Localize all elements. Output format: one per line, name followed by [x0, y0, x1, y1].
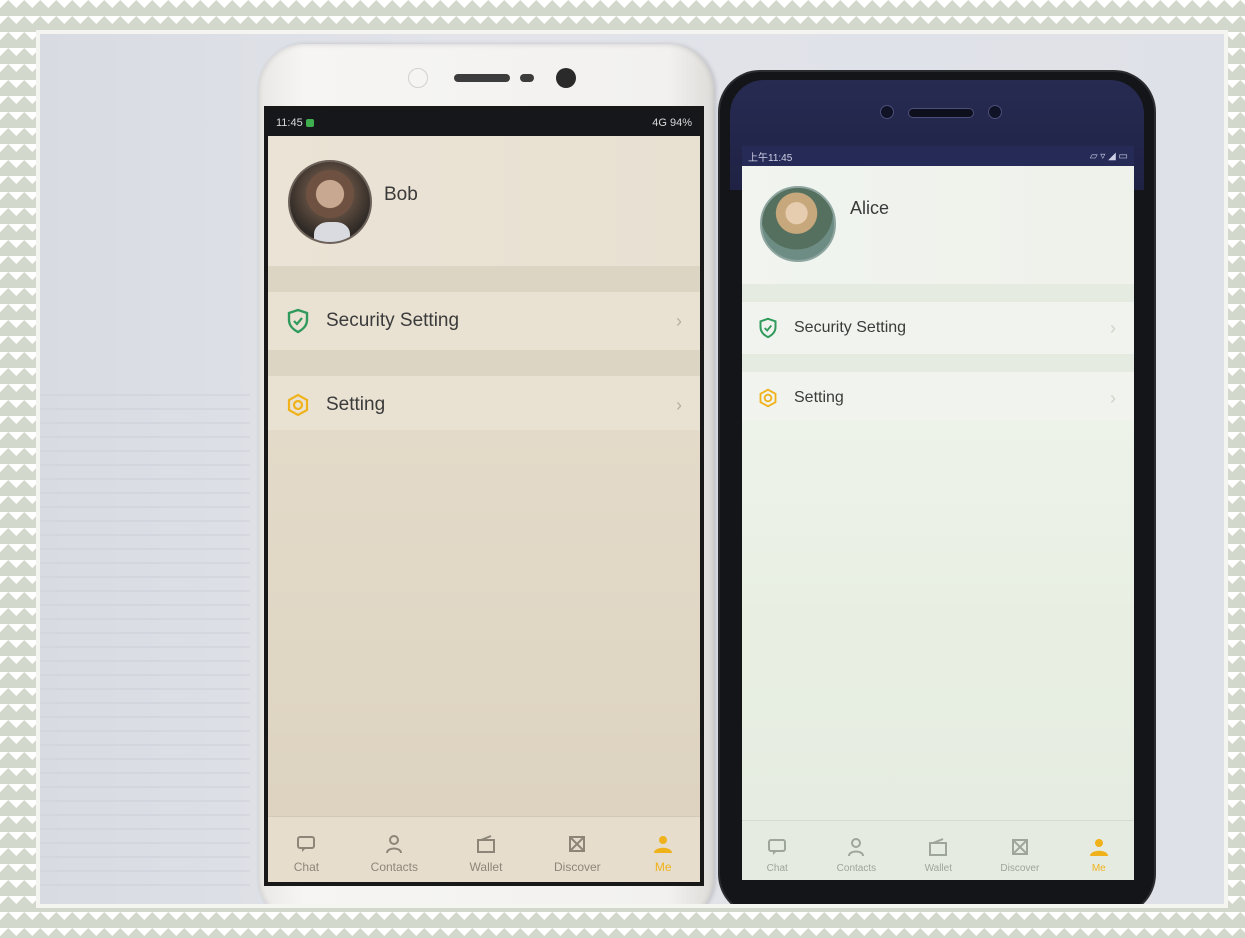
- notification-dot: [305, 119, 314, 128]
- tab-wallet[interactable]: Wallet: [469, 834, 503, 874]
- tab-chat[interactable]: Chat: [294, 834, 319, 874]
- profile-header[interactable]: Bob: [268, 136, 700, 266]
- tab-label: Me: [1091, 863, 1106, 874]
- status-time: 上午11:45: [748, 152, 793, 164]
- proximity-sensor: [408, 68, 428, 88]
- shield-check-icon: [758, 317, 778, 339]
- wallet-icon: [477, 835, 495, 853]
- chat-icon: [297, 836, 316, 852]
- divider: [268, 266, 700, 292]
- profile-name: Alice: [850, 198, 890, 218]
- tab-bar: Chat Contacts Wallet Discover Me: [742, 820, 1134, 880]
- earpiece-speaker: [908, 108, 974, 118]
- tab-label: Me: [654, 860, 672, 874]
- tab-me[interactable]: Me: [1088, 837, 1110, 874]
- me-icon: [654, 836, 673, 853]
- phone-chin: [742, 880, 1134, 904]
- setting-item[interactable]: Setting ›: [268, 376, 700, 434]
- avatar[interactable]: [288, 160, 372, 244]
- status-indicators: ▱ ▿ ◢ ▭: [1089, 150, 1128, 162]
- me-icon: [1089, 839, 1108, 856]
- contacts-icon: [386, 835, 403, 854]
- tab-label: Chat: [293, 860, 320, 874]
- tab-discover[interactable]: Discover: [554, 834, 601, 874]
- chevron-right-icon: ›: [1110, 317, 1116, 338]
- phone-alice: 上午11:45 ▱ ▿ ◢ ▭ Alice Security Setting ›: [720, 72, 1154, 904]
- background-paper: [40, 394, 250, 894]
- chevron-right-icon: ›: [676, 394, 682, 415]
- tab-wallet[interactable]: Wallet: [925, 837, 952, 874]
- tab-label: Wallet: [924, 863, 952, 874]
- empty-content: [268, 430, 700, 840]
- photo: 11:45 4G 94% Bob Security Setting › Sett…: [36, 30, 1228, 908]
- earpiece-speaker-small: [520, 74, 534, 82]
- discover-icon: [1011, 839, 1028, 855]
- tab-me[interactable]: Me: [652, 834, 674, 874]
- front-camera: [880, 105, 894, 119]
- security-setting-item[interactable]: Security Setting ›: [742, 302, 1134, 354]
- security-setting-item[interactable]: Security Setting ›: [268, 292, 700, 350]
- tab-contacts[interactable]: Contacts: [371, 834, 418, 874]
- shield-check-icon: [286, 308, 310, 334]
- chat-icon: [768, 839, 787, 855]
- tab-chat[interactable]: Chat: [766, 837, 788, 874]
- security-setting-label: Security Setting: [794, 319, 907, 336]
- wallet-icon: [929, 838, 948, 856]
- tab-label: Discover: [1000, 863, 1040, 874]
- tab-bar: Chat Contacts Wallet Discover Me: [268, 816, 700, 882]
- earpiece-speaker: [454, 74, 510, 82]
- status-indicators: 4G 94%: [652, 117, 692, 129]
- status-bar: 上午11:45 ▱ ▿ ◢ ▭: [742, 146, 1134, 166]
- chevron-right-icon: ›: [1110, 387, 1116, 408]
- security-setting-label: Security Setting: [326, 310, 460, 331]
- divider: [742, 284, 1134, 302]
- phone-bob: 11:45 4G 94% Bob Security Setting › Sett…: [258, 44, 714, 904]
- tab-discover[interactable]: Discover: [1000, 837, 1039, 874]
- empty-content: [742, 420, 1134, 820]
- contacts-icon: [848, 838, 865, 857]
- discover-icon: [569, 836, 586, 852]
- divider: [742, 354, 1134, 372]
- setting-label: Setting: [794, 389, 844, 406]
- screen-bob: 11:45 4G 94% Bob Security Setting › Sett…: [264, 106, 704, 886]
- status-bar: 11:45 4G 94%: [268, 110, 700, 136]
- tab-label: Chat: [766, 863, 788, 874]
- setting-label: Setting: [326, 394, 386, 415]
- avatar[interactable]: [760, 186, 836, 262]
- profile-header[interactable]: Alice: [742, 166, 1134, 284]
- front-camera: [556, 68, 576, 88]
- gear-icon: [758, 388, 778, 408]
- status-time: 11:45: [276, 117, 303, 129]
- tab-contacts[interactable]: Contacts: [837, 837, 876, 874]
- gear-icon: [286, 393, 310, 417]
- screen-alice: 上午11:45 ▱ ▿ ◢ ▭ Alice Security Setting ›: [742, 146, 1134, 880]
- tab-label: Discover: [553, 860, 601, 874]
- proximity-sensor: [988, 105, 1002, 119]
- chevron-right-icon: ›: [676, 310, 682, 331]
- tab-label: Wallet: [469, 860, 503, 874]
- tab-label: Contacts: [370, 860, 419, 874]
- setting-item[interactable]: Setting ›: [742, 372, 1134, 424]
- divider: [268, 350, 700, 376]
- tab-label: Contacts: [836, 863, 877, 874]
- profile-name: Bob: [384, 184, 418, 205]
